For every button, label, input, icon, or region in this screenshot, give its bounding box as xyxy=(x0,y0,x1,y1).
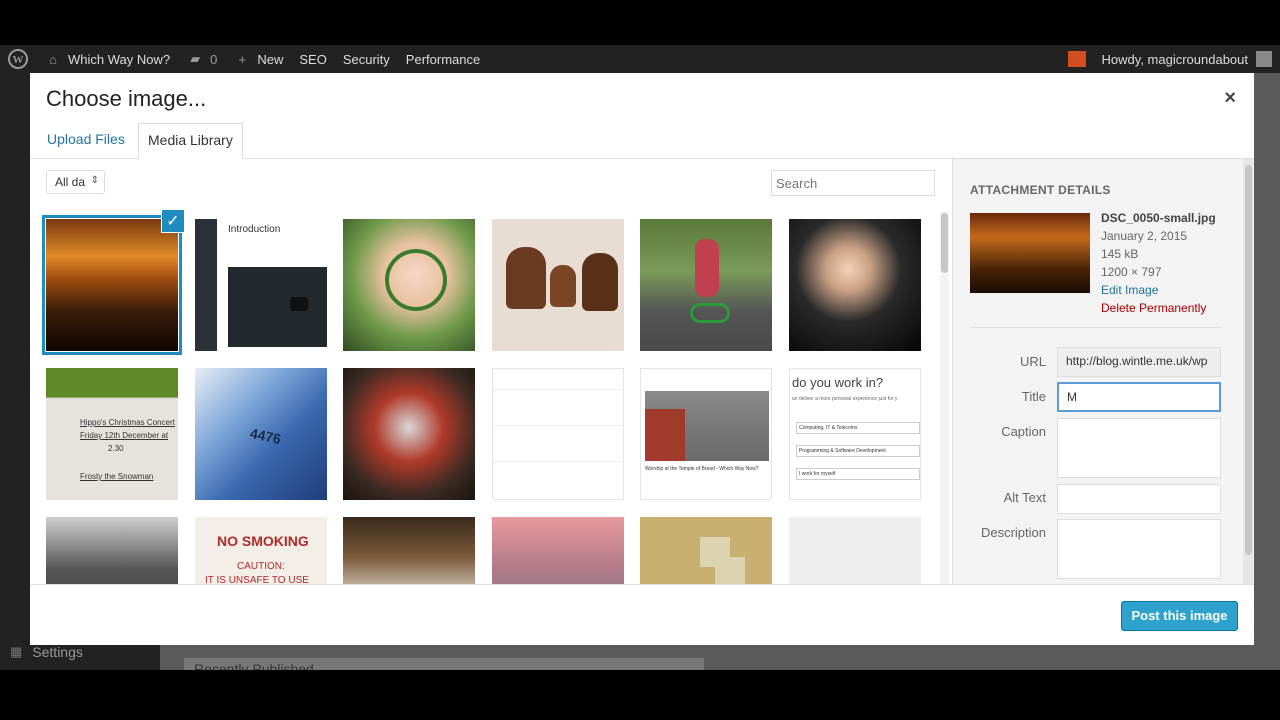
attachment-thumb[interactable]: Hippo's Christmas Concert Friday 12th De… xyxy=(46,368,178,500)
attachment-thumb[interactable] xyxy=(789,517,921,584)
wordpress-logo-icon[interactable]: W xyxy=(0,45,36,73)
caution-text: CAUTION: xyxy=(237,561,285,572)
form-option-3: I work for myself xyxy=(796,468,920,480)
media-modal: Choose image... × Upload Files Media Lib… xyxy=(30,73,1254,645)
concert-line-1: Hippo's Christmas Concert xyxy=(80,418,175,427)
attachment-thumb[interactable] xyxy=(343,517,475,584)
details-divider xyxy=(970,327,1222,328)
alt-text-label: Alt Text xyxy=(1003,490,1046,505)
attachment-thumb[interactable]: do you work in? an deliver a more person… xyxy=(789,368,921,500)
alt-text-field[interactable] xyxy=(1057,484,1221,514)
description-label: Description xyxy=(980,525,1046,540)
comment-icon: ▰ xyxy=(190,51,201,66)
security-label: Security xyxy=(342,51,390,67)
thumb-heading: Introduction xyxy=(228,224,281,235)
caption-label: Caption xyxy=(1001,424,1046,439)
svg-text:W: W xyxy=(13,54,24,66)
security-link[interactable]: Security xyxy=(335,45,398,73)
check-icon[interactable]: ✓ xyxy=(161,209,185,233)
screen: W ⌂ Which Way Now? ▰ 0 + New SEO Securit… xyxy=(0,45,1280,670)
seo-link[interactable]: SEO xyxy=(291,45,334,73)
modal-title: Choose image... xyxy=(46,86,207,111)
recently-published-panel: Recently Published xyxy=(184,658,704,670)
site-name-link[interactable]: ⌂ Which Way Now? xyxy=(36,45,178,73)
details-date: January 2, 2015 xyxy=(1101,229,1188,243)
form-subtext: an deliver a more personal experience ju… xyxy=(792,396,898,402)
attachment-thumb[interactable] xyxy=(343,219,475,351)
attachment-thumb[interactable] xyxy=(46,517,178,584)
search-input[interactable] xyxy=(771,170,935,196)
details-size: 145 kB xyxy=(1101,247,1139,261)
play-icon xyxy=(290,297,308,311)
settings-icon: ▦ xyxy=(10,644,23,659)
modal-toolbar: Post this image xyxy=(30,584,1254,645)
details-info: DSC_0050-small.jpg January 2, 2015 145 k… xyxy=(1101,209,1216,317)
post-image-button[interactable]: Post this image xyxy=(1121,601,1238,631)
attachment-thumb[interactable] xyxy=(789,219,921,351)
attachment-details: ATTACHMENT DETAILS DSC_0050-small.jpg Ja… xyxy=(952,159,1254,584)
admin-bar: W ⌂ Which Way Now? ▰ 0 + New SEO Securit… xyxy=(0,45,1280,73)
attachment-thumb[interactable]: 4476 xyxy=(195,368,327,500)
concert-line-3: 2.30 xyxy=(108,444,124,453)
details-thumbnail xyxy=(970,213,1090,293)
concert-line-2: Friday 12th December at xyxy=(80,431,169,440)
site-name-label: Which Way Now? xyxy=(68,51,171,67)
seo-label: SEO xyxy=(299,51,327,67)
url-field[interactable]: http://blog.wintle.me.uk/wp xyxy=(1057,347,1221,377)
plus-icon: + xyxy=(238,51,247,67)
title-label: Title xyxy=(1021,389,1046,404)
date-filter-select[interactable]: All da ⇕ xyxy=(46,170,105,194)
attachment-thumb[interactable] xyxy=(42,215,182,355)
performance-label: Performance xyxy=(405,51,481,67)
no-smoking-text: NO SMOKING xyxy=(217,533,309,549)
settings-label: Settings xyxy=(32,644,83,660)
details-scrollbar[interactable] xyxy=(1243,159,1253,584)
edit-image-link[interactable]: Edit Image xyxy=(1101,281,1216,299)
details-filename: DSC_0050-small.jpg xyxy=(1101,211,1216,225)
date-filter-value: All da xyxy=(55,175,86,189)
tab-media-library[interactable]: Media Library xyxy=(138,123,243,159)
attachment-thumb[interactable]: Introduction xyxy=(195,219,327,351)
howdy-link[interactable]: Howdy, magicroundabout xyxy=(1102,52,1248,67)
new-content-link[interactable]: + New xyxy=(225,45,291,73)
attachment-thumb[interactable] xyxy=(640,219,772,351)
recently-published-label: Recently Published xyxy=(194,661,314,670)
url-label: URL xyxy=(1019,354,1046,369)
concert-line-4: Frosty the Snowman xyxy=(80,472,154,481)
new-label: New xyxy=(257,51,284,67)
card-number: 4476 xyxy=(248,424,283,448)
attachment-thumb[interactable]: Worship at the Temple of Bread - Which W… xyxy=(640,368,772,500)
form-option-2: Programming & Software Development xyxy=(796,445,920,457)
title-field[interactable]: M xyxy=(1057,382,1221,412)
attachment-thumb[interactable] xyxy=(492,219,624,351)
delete-permanently-link[interactable]: Delete Permanently xyxy=(1101,299,1216,317)
details-heading: ATTACHMENT DETAILS xyxy=(970,183,1111,197)
performance-link[interactable]: Performance xyxy=(398,45,488,73)
attachments-browser: All da ⇕ ✓ Introduction xyxy=(30,159,952,584)
post-caption: Worship at the Temple of Bread - Which W… xyxy=(645,466,759,472)
attachment-thumb[interactable] xyxy=(492,517,624,584)
unsafe-text: IT IS UNSAFE TO USE xyxy=(205,575,309,584)
home-icon: ⌂ xyxy=(49,51,57,67)
select-arrows-icon: ⇕ xyxy=(90,175,99,186)
details-dimensions: 1200 × 797 xyxy=(1101,265,1162,279)
close-icon[interactable]: × xyxy=(1224,87,1236,110)
attachment-thumb[interactable] xyxy=(640,517,772,584)
magnifier-icon xyxy=(385,249,447,311)
form-heading: do you work in? xyxy=(792,375,884,390)
attachment-thumb[interactable]: NO SMOKING CAUTION: IT IS UNSAFE TO USE xyxy=(195,517,327,584)
description-field[interactable] xyxy=(1057,519,1221,579)
attachment-thumb[interactable] xyxy=(343,368,475,500)
form-option-1: Computing, IT & Telecoms xyxy=(796,422,920,434)
grid-scrollbar[interactable] xyxy=(940,211,949,584)
modal-tabs: Upload Files Media Library xyxy=(30,123,1254,159)
attachment-thumb[interactable] xyxy=(492,368,624,500)
caption-field[interactable] xyxy=(1057,418,1221,478)
comments-link[interactable]: ▰ 0 xyxy=(178,45,225,73)
tab-upload-files[interactable]: Upload Files xyxy=(38,123,134,159)
comments-count: 0 xyxy=(210,51,218,67)
notification-icon[interactable] xyxy=(1067,51,1086,67)
avatar[interactable] xyxy=(1256,51,1272,67)
